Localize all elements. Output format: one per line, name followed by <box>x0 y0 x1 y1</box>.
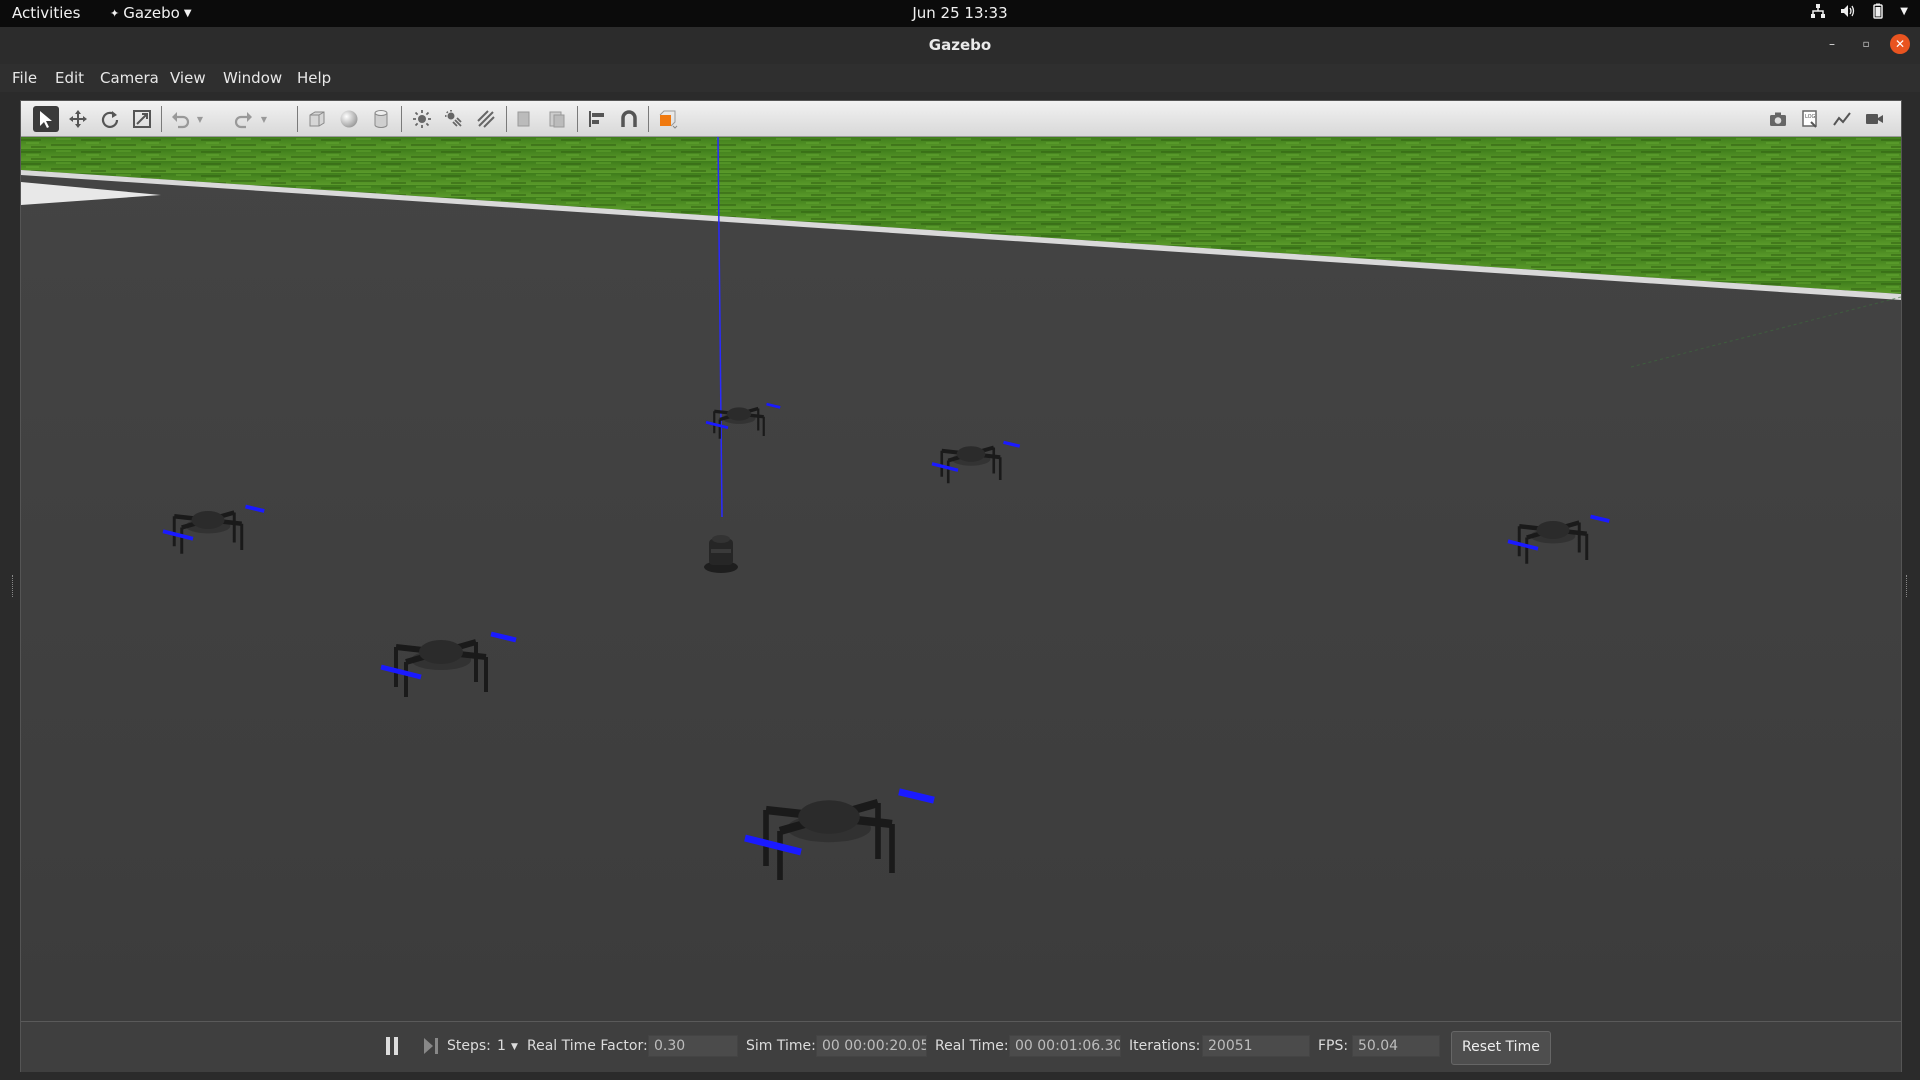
restore-icon: ▫ <box>1862 38 1870 50</box>
battery-icon <box>1873 3 1884 19</box>
maximize-button[interactable]: ▫ <box>1856 34 1876 54</box>
snap-button[interactable] <box>616 106 642 132</box>
iterations-label: Iterations: <box>1129 1038 1201 1054</box>
app-menu-label: Gazebo <box>123 4 180 22</box>
system-tray[interactable]: ▼ <box>1810 3 1908 19</box>
spot-light-icon <box>445 110 462 127</box>
directional-light-icon <box>477 110 495 128</box>
insert-cylinder-button[interactable] <box>368 106 394 132</box>
steps-label: Steps: <box>447 1038 491 1054</box>
real-time-field: 00 00:01:06.300 <box>1009 1035 1121 1057</box>
activities-button[interactable]: Activities <box>12 4 80 22</box>
real-time-factor-label: Real Time Factor: <box>527 1038 648 1054</box>
simulation-status-bar: Steps: 1 ▼ Real Time Factor: 0.30 Sim Ti… <box>21 1021 1901 1072</box>
point-light-icon <box>413 110 431 128</box>
copy-button[interactable] <box>512 106 538 132</box>
chevron-down-icon: ▼ <box>183 7 192 19</box>
insert-sphere-button[interactable] <box>336 106 362 132</box>
insert-directional-light-button[interactable] <box>473 106 499 132</box>
system-top-bar: Activities ✦ Gazebo ▼ Jun 25 13:33 ▼ <box>0 0 1920 27</box>
menu-bar: File Edit Camera View Window Help <box>0 64 1920 92</box>
step-forward-icon <box>424 1038 438 1054</box>
screenshot-button[interactable] <box>1765 106 1791 132</box>
iterations-field: 20051 <box>1202 1035 1310 1057</box>
gazebo-main-frame: ▼ ▼ LOG Steps: 1 ▼ Real Time Factor: 0.3… <box>20 100 1902 1072</box>
insert-point-light-button[interactable] <box>409 106 435 132</box>
magnet-icon <box>621 110 637 127</box>
menu-window[interactable]: Window <box>223 69 282 87</box>
window-title-bar[interactable]: Gazebo – ▫ ✕ <box>0 27 1920 65</box>
rotate-mode-button[interactable] <box>97 106 123 132</box>
real-time-label: Real Time: <box>935 1038 1009 1054</box>
select-mode-button[interactable] <box>33 106 59 132</box>
minimize-icon: – <box>1829 37 1835 51</box>
arrow-pointer-icon <box>40 111 52 128</box>
undo-icon <box>172 112 190 129</box>
close-button[interactable]: ✕ <box>1890 34 1910 54</box>
step-button[interactable] <box>423 1037 439 1059</box>
insert-spot-light-button[interactable] <box>441 106 467 132</box>
scale-icon <box>133 110 151 128</box>
log-button[interactable]: LOG <box>1797 106 1823 132</box>
app-menu[interactable]: ✦ Gazebo ▼ <box>110 4 192 22</box>
undo-button[interactable] <box>167 106 193 132</box>
rotate-icon <box>101 111 119 128</box>
box-icon <box>309 111 325 127</box>
volume-icon <box>1841 5 1855 17</box>
chevron-down-icon: ▼ <box>1900 5 1908 17</box>
redo-history-dropdown[interactable]: ▼ <box>257 106 271 132</box>
sim-time-field: 00 00:00:20.051 <box>816 1035 927 1057</box>
3d-viewport[interactable] <box>21 137 1901 1021</box>
reset-time-button[interactable]: Reset Time <box>1451 1031 1551 1065</box>
redo-icon <box>234 112 252 129</box>
pause-icon <box>386 1037 398 1055</box>
toolbar: ▼ ▼ LOG <box>21 101 1901 137</box>
window-title: Gazebo <box>928 36 992 54</box>
pause-button[interactable] <box>385 1037 399 1059</box>
move-arrows-icon <box>69 110 87 128</box>
sphere-icon <box>340 110 358 128</box>
line-chart-icon <box>1833 112 1851 126</box>
menu-help[interactable]: Help <box>297 69 331 87</box>
scale-mode-button[interactable] <box>129 106 155 132</box>
scene-render <box>21 137 1901 1021</box>
svg-text:LOG: LOG <box>1805 114 1816 120</box>
change-view-button[interactable] <box>655 106 681 132</box>
view-cube-icon <box>659 110 678 129</box>
close-icon: ✕ <box>1894 37 1906 51</box>
menu-view[interactable]: View <box>170 69 206 87</box>
real-time-factor-field: 0.30 <box>648 1035 738 1057</box>
menu-file[interactable]: File <box>12 69 37 87</box>
steps-value[interactable]: 1 <box>497 1038 506 1054</box>
paste-icon <box>549 111 565 128</box>
paste-button[interactable] <box>544 106 570 132</box>
chevron-down-icon[interactable]: ▼ <box>511 1042 518 1052</box>
redo-button[interactable] <box>231 106 257 132</box>
align-left-icon <box>589 111 604 127</box>
translate-mode-button[interactable] <box>65 106 91 132</box>
camera-icon <box>1770 112 1786 126</box>
minimize-button[interactable]: – <box>1822 34 1842 54</box>
menu-edit[interactable]: Edit <box>55 69 84 87</box>
chevron-down-icon: ▼ <box>260 114 268 124</box>
sim-time-label: Sim Time: <box>746 1038 816 1054</box>
menu-camera[interactable]: Camera <box>100 69 159 87</box>
undo-history-dropdown[interactable]: ▼ <box>193 106 207 132</box>
video-camera-icon <box>1866 114 1883 124</box>
log-icon: LOG <box>1802 110 1817 128</box>
clock[interactable]: Jun 25 13:33 <box>912 4 1007 22</box>
left-splitter-handle[interactable] <box>12 575 17 597</box>
copy-icon <box>517 111 530 127</box>
align-button[interactable] <box>584 106 610 132</box>
gazebo-app-icon: ✦ <box>110 6 120 20</box>
record-video-button[interactable] <box>1861 106 1887 132</box>
fps-label: FPS: <box>1318 1038 1349 1054</box>
fps-field: 50.04 <box>1352 1035 1440 1057</box>
cylinder-icon <box>374 110 388 128</box>
plot-button[interactable] <box>1829 106 1855 132</box>
chevron-down-icon: ▼ <box>196 114 204 124</box>
insert-box-button[interactable] <box>304 106 330 132</box>
right-splitter-handle[interactable] <box>1906 575 1911 597</box>
network-icon <box>1811 4 1826 18</box>
